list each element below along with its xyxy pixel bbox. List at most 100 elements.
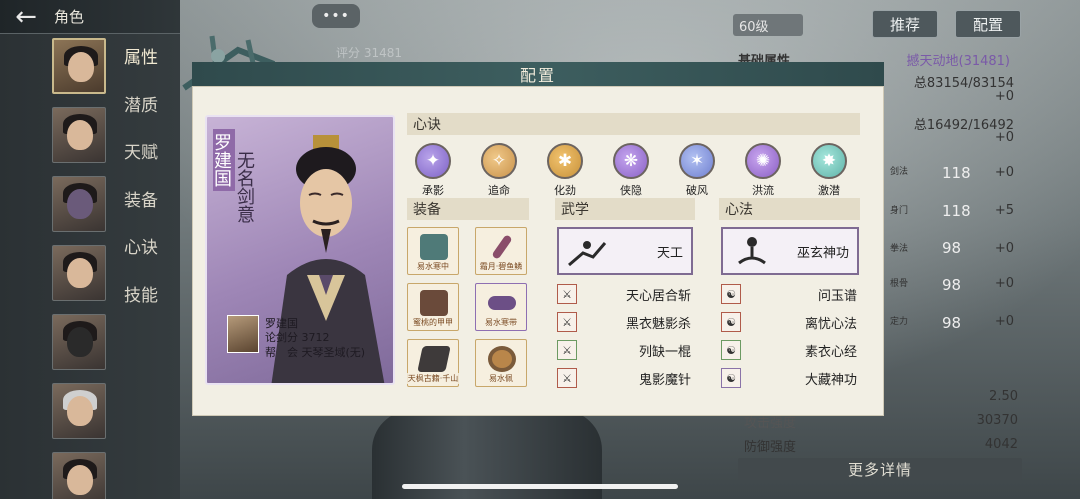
equip-slot-hat[interactable]: 易水寒中 <box>407 227 459 275</box>
attr-value-3: 98 <box>942 239 962 257</box>
back-button[interactable]: ← <box>0 0 52 34</box>
surge-icon: ✸ <box>811 143 847 179</box>
equip-slot-armor[interactable]: 蜜桃的甲甲 <box>407 283 459 331</box>
top-bar: ← 角色 <box>0 0 180 34</box>
attr-value-1: 118 <box>942 164 971 182</box>
torrent-icon: ✺ <box>745 143 781 179</box>
belt-icon <box>488 296 516 310</box>
attack-value: 30370 <box>976 413 1018 428</box>
xinfa-item[interactable]: ☯ 素衣心经 <box>721 339 857 361</box>
wind-break-icon: ✶ <box>679 143 715 179</box>
page-title: 角色 <box>54 8 85 26</box>
chat-bubble-button[interactable]: ••• <box>312 4 360 28</box>
portrait-character-6[interactable] <box>52 383 106 439</box>
equip-slot-book[interactable]: 天枫古籍·千山 <box>406 339 460 387</box>
portrait-character-4[interactable] <box>52 245 106 301</box>
wuxue-main-skill[interactable]: 天工 <box>557 227 693 275</box>
attr-value-2: 118 <box>942 202 971 220</box>
equip-slot-bracelet[interactable]: 易水佩 <box>475 339 527 387</box>
xinjue-skill-6[interactable]: ✺ 洪流 <box>736 143 790 198</box>
xinfa-item-name: 问玉谱 <box>817 288 857 304</box>
attr-plus-5: +0 <box>994 314 1014 329</box>
wuxue-item[interactable]: ⚔ 黑衣魅影杀 <box>557 311 691 333</box>
martial-move-icon: ⚔ <box>557 312 577 332</box>
crit-value: 2.50 <box>989 389 1018 404</box>
fighter-pose-icon <box>568 241 607 267</box>
wuxue-item[interactable]: ⚔ 鬼影魔针 <box>557 367 691 389</box>
portrait-character-3[interactable] <box>52 176 106 232</box>
character-portrait-list <box>52 38 106 499</box>
more-details-button[interactable]: 更多详情 <box>738 458 1022 480</box>
xinfa-item-name: 大藏神功 <box>804 372 857 388</box>
xinjue-skill-3[interactable]: ✱ 化劲 <box>538 143 592 198</box>
xinjue-skill-label: 洪流 <box>752 184 774 197</box>
equip-label: 霜月·碧鱼鳞 <box>478 261 524 272</box>
portrait-character-2[interactable] <box>52 107 106 163</box>
menu-item-equipment[interactable]: 装备 <box>124 187 170 235</box>
martial-move-icon: ⚔ <box>557 284 577 304</box>
portrait-luojianguo[interactable] <box>52 38 106 94</box>
equip-label: 易水寒带 <box>484 317 518 328</box>
xinjue-skill-label: 激潜 <box>818 184 840 197</box>
config-button[interactable]: 配置 <box>955 10 1021 38</box>
portrait-character-5[interactable] <box>52 314 106 370</box>
attr-plus-3: +0 <box>994 241 1014 256</box>
xinfa-item[interactable]: ☯ 离忧心法 <box>721 311 857 333</box>
xinfa-main-skill[interactable]: 巫玄神功 <box>721 227 859 275</box>
attr-value-5: 98 <box>942 314 962 332</box>
xinjue-skill-1[interactable]: ✦ 承影 <box>406 143 460 198</box>
xinjue-skill-label: 追命 <box>488 184 510 197</box>
attr-plus-2: +5 <box>994 203 1014 218</box>
defense-label: 防御强度 <box>744 440 797 455</box>
menu-item-xinjue[interactable]: 心诀 <box>124 234 170 282</box>
wuxue-item[interactable]: ⚔ 天心居合斩 <box>557 283 691 305</box>
wuxue-item-name: 天心居合斩 <box>625 288 691 304</box>
defense-value: 4042 <box>984 437 1018 452</box>
attr-plus-4: +0 <box>994 276 1014 291</box>
xinfa-section-header: 心法 <box>719 198 860 220</box>
menu-item-potential[interactable]: 潜质 <box>124 92 170 140</box>
attr-label-1: 剑法 <box>890 167 909 177</box>
chase-strike-icon: ✧ <box>481 143 517 179</box>
sword-swirl-icon: ✦ <box>415 143 451 179</box>
hidden-hero-icon: ❋ <box>613 143 649 179</box>
bracelet-icon <box>488 346 516 372</box>
attr-label-4: 根骨 <box>890 279 909 289</box>
xinjue-skill-label: 侠隐 <box>620 184 642 197</box>
xinjue-title: 心诀 <box>413 117 441 133</box>
inner-art-icon: ☯ <box>721 368 741 388</box>
info-score: 论剑分 3712 <box>265 331 330 344</box>
dissolve-force-icon: ✱ <box>547 143 583 179</box>
martial-move-icon: ⚔ <box>557 340 577 360</box>
menu-item-skills[interactable]: 技能 <box>124 282 170 330</box>
side-menu: 属性 潜质 天赋 装备 心诀 技能 <box>124 44 170 329</box>
xinjue-skill-5[interactable]: ✶ 破风 <box>670 143 724 198</box>
xinfa-item-name: 素衣心经 <box>804 344 857 360</box>
xinfa-item[interactable]: ☯ 问玉谱 <box>721 283 857 305</box>
wuxue-section-header: 武学 <box>555 198 695 220</box>
xinfa-item[interactable]: ☯ 大藏神功 <box>721 367 857 389</box>
sword-icon <box>491 234 513 260</box>
modal-header: 配置 <box>192 62 884 86</box>
xinjue-skill-7[interactable]: ✸ 激潜 <box>802 143 856 198</box>
xinjue-section-header: 心诀 <box>407 113 860 135</box>
wuxue-title: 武学 <box>561 202 589 218</box>
xinjue-skill-4[interactable]: ❋ 侠隐 <box>604 143 658 198</box>
portrait-character-7[interactable] <box>52 452 106 499</box>
wuxue-item[interactable]: ⚔ 列缺一棍 <box>557 339 691 361</box>
attr-value-4: 98 <box>942 276 962 294</box>
xinfa-main-name: 巫玄神功 <box>796 245 849 261</box>
inner-art-icon: ☯ <box>721 284 741 304</box>
xinjue-skill-2[interactable]: ✧ 追命 <box>472 143 526 198</box>
attr-plus-1: +0 <box>994 165 1014 180</box>
menu-item-attributes[interactable]: 属性 <box>124 44 170 92</box>
hp-plus: +0 <box>994 89 1014 104</box>
wuxue-item-name: 黑衣魅影杀 <box>625 316 691 332</box>
recommend-button[interactable]: 推荐 <box>872 10 938 38</box>
menu-item-talent[interactable]: 天赋 <box>124 139 170 187</box>
home-indicator <box>402 484 678 489</box>
modal-title: 配置 <box>519 66 556 85</box>
config-modal: 罗建国 无名剑意 罗建国 论剑分 3712 帮 会 天琴圣域(无) 心诀 ✦ 承… <box>192 86 884 416</box>
equip-slot-belt[interactable]: 易水寒带 <box>475 283 527 331</box>
equip-slot-weapon[interactable]: 霜月·碧鱼鳞 <box>475 227 527 275</box>
